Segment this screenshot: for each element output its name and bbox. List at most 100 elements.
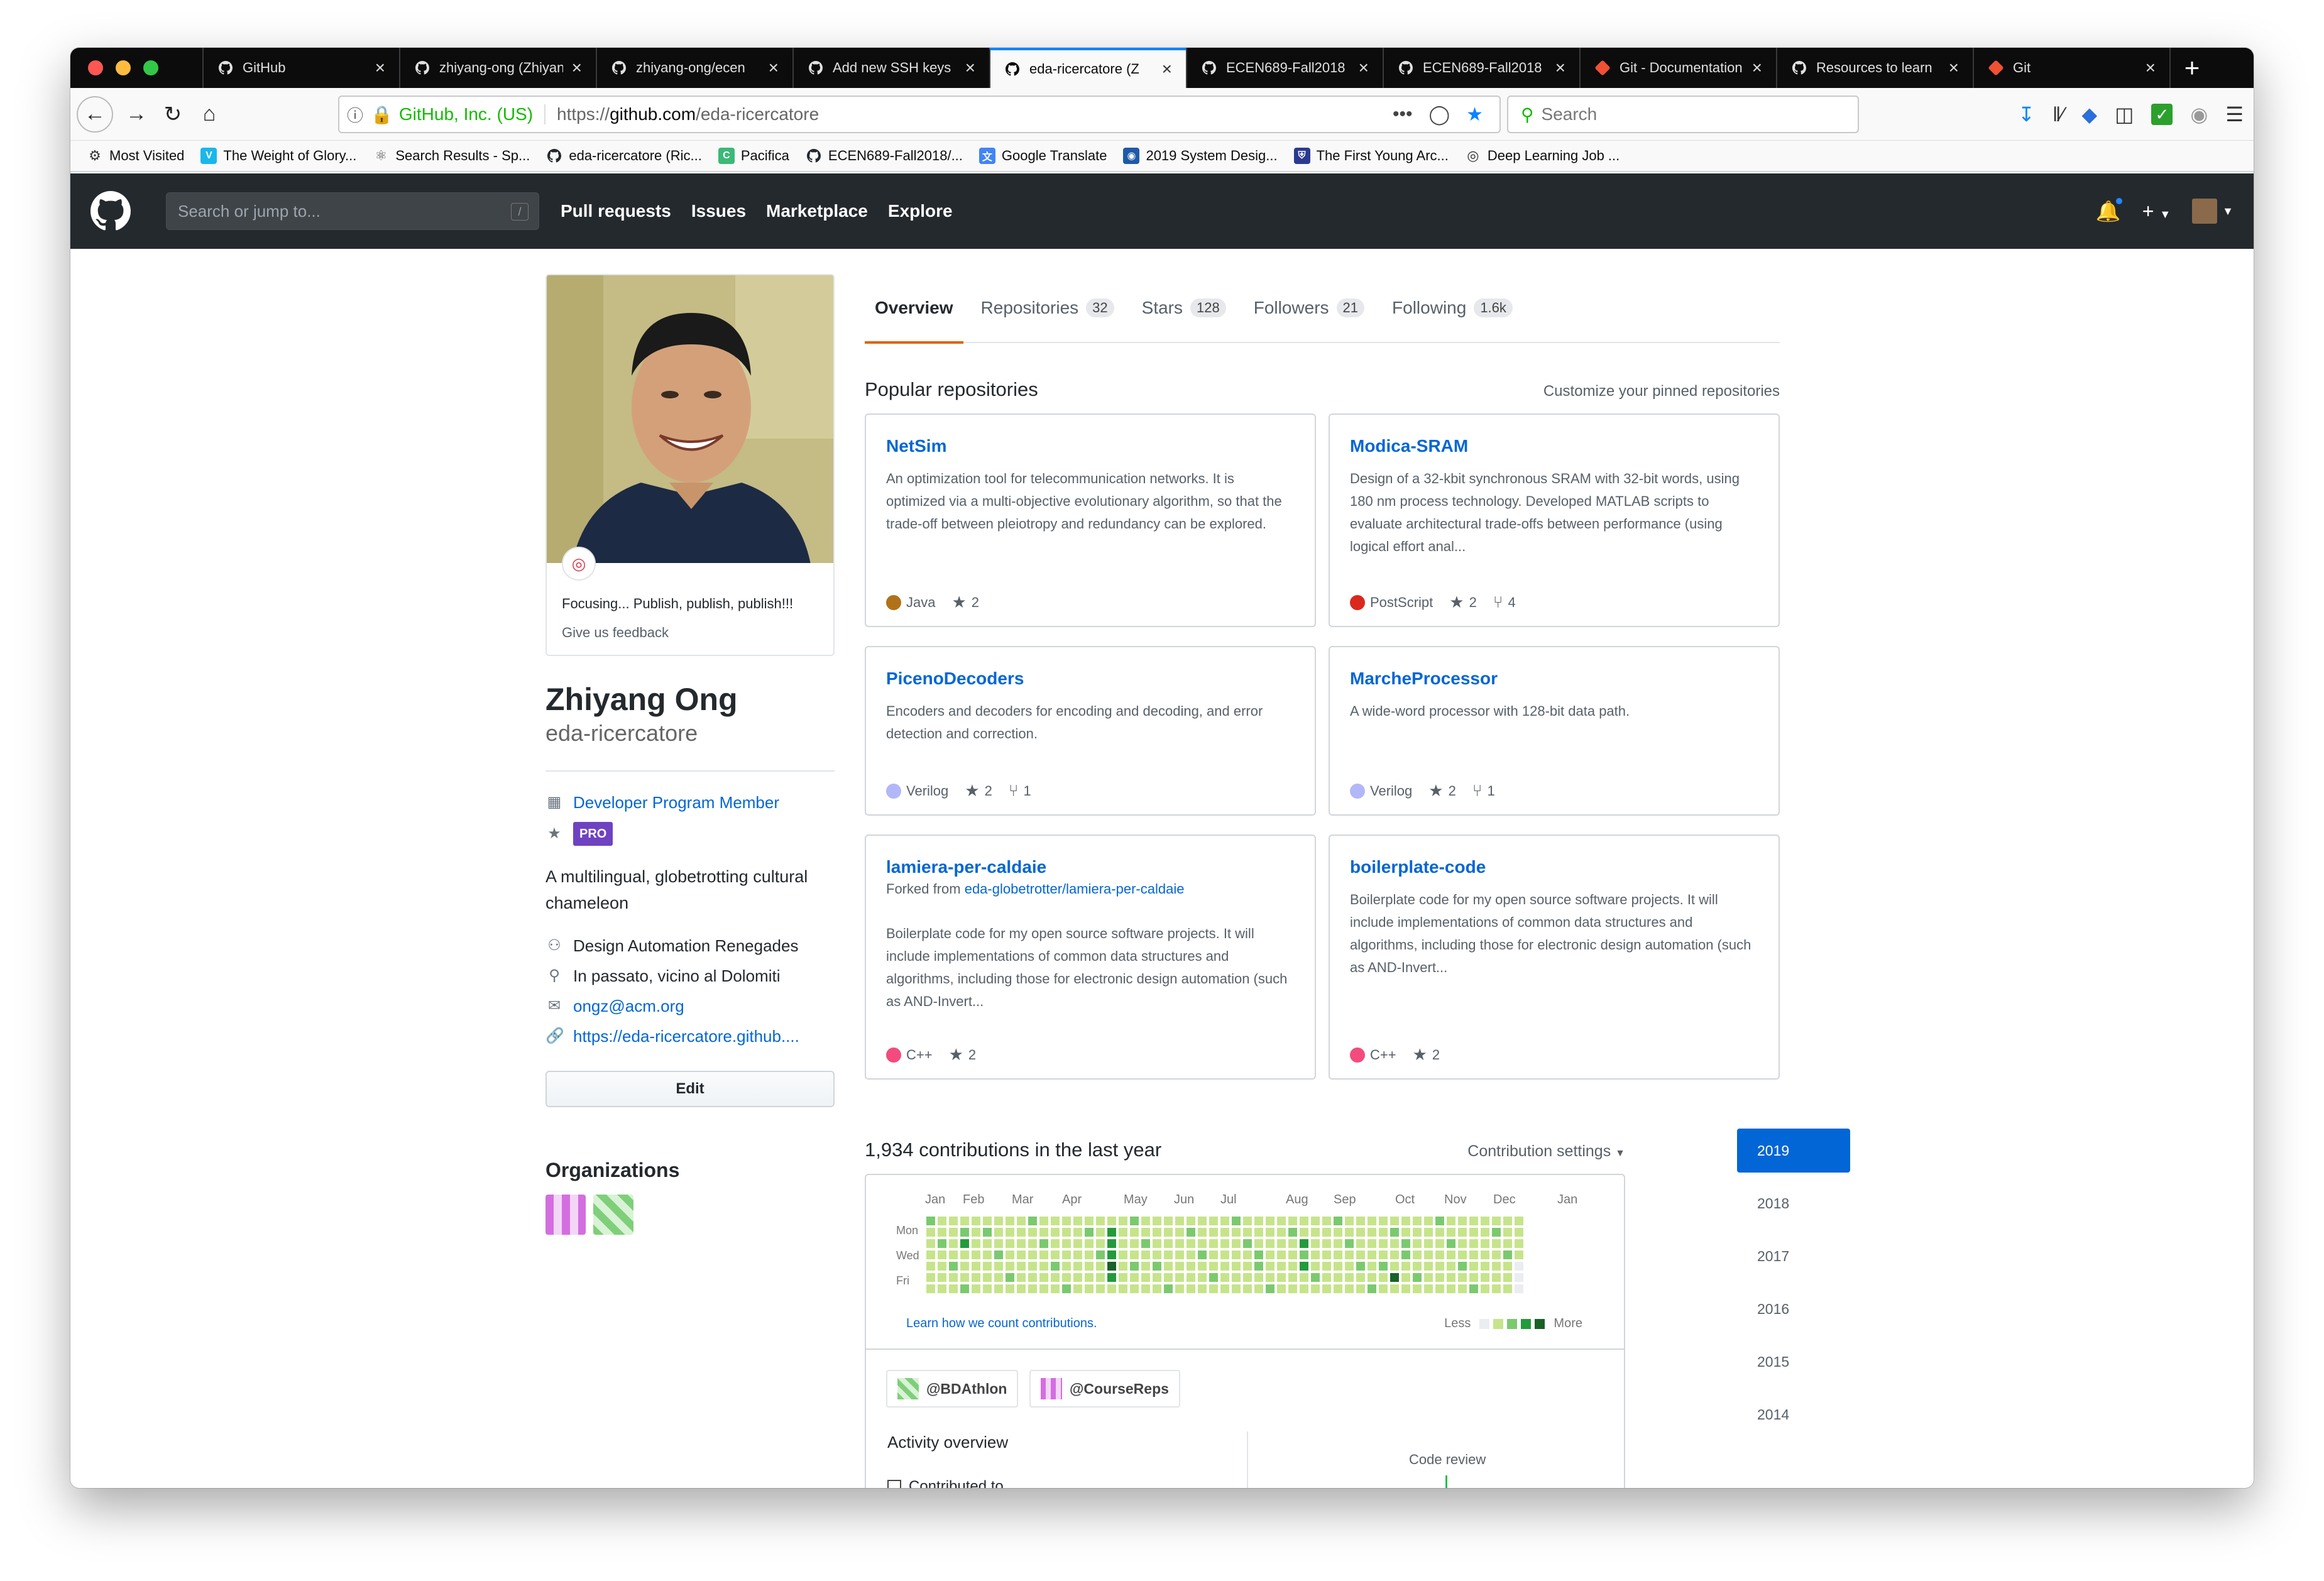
contribution-day[interactable] xyxy=(1379,1250,1388,1259)
contribution-day[interactable] xyxy=(926,1228,935,1237)
contribution-day[interactable] xyxy=(1277,1262,1286,1271)
contribution-day[interactable] xyxy=(938,1228,946,1237)
contribution-day[interactable] xyxy=(1458,1250,1467,1259)
contribution-day[interactable] xyxy=(938,1273,946,1282)
contribution-day[interactable] xyxy=(972,1273,980,1282)
contribution-day[interactable] xyxy=(1062,1239,1071,1248)
browser-tab[interactable]: ECEN689-Fall2018 × xyxy=(1186,48,1383,88)
contribution-day[interactable] xyxy=(1300,1217,1308,1225)
contribution-day[interactable] xyxy=(1028,1273,1037,1282)
contribution-day[interactable] xyxy=(1085,1217,1093,1225)
contribution-day[interactable] xyxy=(926,1217,935,1225)
contribution-day[interactable] xyxy=(994,1262,1003,1271)
contribution-day[interactable] xyxy=(1311,1250,1320,1259)
repo-forks-link[interactable]: ⑂ 1 xyxy=(1009,781,1031,801)
contribution-day[interactable] xyxy=(1175,1217,1184,1225)
contribution-day[interactable] xyxy=(1356,1217,1365,1225)
contribution-day[interactable] xyxy=(1345,1273,1354,1282)
contribution-day[interactable] xyxy=(1447,1250,1455,1259)
repo-stars-link[interactable]: ★ 2 xyxy=(1449,593,1477,612)
contribution-day[interactable] xyxy=(1209,1228,1218,1237)
contribution-day[interactable] xyxy=(1164,1262,1173,1271)
contribution-day[interactable] xyxy=(1130,1250,1139,1259)
contribution-day[interactable] xyxy=(1028,1228,1037,1237)
repo-card[interactable]: PicenoDecoders Encoders and decoders for … xyxy=(865,646,1316,816)
checkmark-extension-icon[interactable]: ✓ xyxy=(2151,104,2173,125)
repo-card[interactable]: NetSim An optimization tool for telecommu… xyxy=(865,413,1316,627)
contribution-day[interactable] xyxy=(1028,1284,1037,1293)
pocket-icon[interactable]: ◯ xyxy=(1429,104,1450,126)
tab-following[interactable]: Following 1.6k xyxy=(1392,273,1513,342)
contribution-day[interactable] xyxy=(1469,1273,1478,1282)
contribution-day[interactable] xyxy=(1209,1262,1218,1271)
contribution-day[interactable] xyxy=(1243,1239,1252,1248)
contribution-day[interactable] xyxy=(1198,1239,1207,1248)
contribution-day[interactable] xyxy=(1039,1228,1048,1237)
contribution-day[interactable] xyxy=(1379,1228,1388,1237)
contribution-day[interactable] xyxy=(1401,1262,1410,1271)
contribution-day[interactable] xyxy=(1254,1228,1263,1237)
contribution-day[interactable] xyxy=(1277,1239,1286,1248)
bookmark-item[interactable]: ECEN689-Fall2018/... xyxy=(806,148,963,164)
url-text[interactable]: https://github.com/eda-ricercatore xyxy=(557,104,1393,124)
contribution-day[interactable] xyxy=(1039,1284,1048,1293)
repo-forks-link[interactable]: ⑂ 1 xyxy=(1472,781,1495,801)
bookmark-item[interactable]: eda-ricercatore (Ric... xyxy=(546,148,702,164)
contribution-day[interactable] xyxy=(1164,1250,1173,1259)
contribution-day[interactable] xyxy=(983,1228,992,1237)
contribution-day[interactable] xyxy=(1401,1284,1410,1293)
repo-card[interactable]: MarcheProcessor A wide-word processor wit… xyxy=(1329,646,1780,816)
browser-tab[interactable]: Resources to learn × xyxy=(1776,48,1973,88)
contribution-day[interactable] xyxy=(1435,1262,1444,1271)
contribution-day[interactable] xyxy=(1062,1273,1071,1282)
profile-photo[interactable] xyxy=(545,274,835,563)
contribution-day[interactable] xyxy=(1288,1273,1297,1282)
contribution-day[interactable] xyxy=(1401,1217,1410,1225)
sidebar-icon[interactable]: ◫ xyxy=(2115,102,2134,126)
contribution-day[interactable] xyxy=(1220,1217,1229,1225)
contribution-day[interactable] xyxy=(1277,1217,1286,1225)
contribution-day[interactable] xyxy=(1458,1228,1467,1237)
repo-stars-link[interactable]: ★ 2 xyxy=(951,593,979,612)
contribution-day[interactable] xyxy=(1492,1228,1501,1237)
contribution-day[interactable] xyxy=(1254,1273,1263,1282)
contribution-day[interactable] xyxy=(1232,1273,1241,1282)
contribution-day[interactable] xyxy=(1141,1217,1150,1225)
contribution-day[interactable] xyxy=(1424,1273,1433,1282)
contribution-day[interactable] xyxy=(1198,1228,1207,1237)
browser-tab[interactable]: ECEN689-Fall2018 × xyxy=(1383,48,1579,88)
contribution-day[interactable] xyxy=(1017,1239,1026,1248)
contribution-day[interactable] xyxy=(1368,1273,1376,1282)
repo-forks-link[interactable]: ⑂ 4 xyxy=(1493,593,1516,612)
contribution-day[interactable] xyxy=(1164,1273,1173,1282)
contribution-day[interactable] xyxy=(983,1250,992,1259)
contribution-day[interactable] xyxy=(1492,1284,1501,1293)
contribution-day[interactable] xyxy=(949,1228,958,1237)
contribution-day[interactable] xyxy=(1334,1273,1342,1282)
tab-repositories[interactable]: Repositories 32 xyxy=(981,273,1114,342)
contribution-day[interactable] xyxy=(1073,1217,1082,1225)
contribution-day[interactable] xyxy=(1141,1239,1150,1248)
contribution-day[interactable] xyxy=(1390,1239,1399,1248)
github-search-input[interactable]: Search or jump to... / xyxy=(166,192,539,230)
browser-tab[interactable]: zhiyang-ong (Zhiyang × xyxy=(399,48,596,88)
contribution-day[interactable] xyxy=(1243,1250,1252,1259)
contribution-day[interactable] xyxy=(1209,1217,1218,1225)
contribution-day[interactable] xyxy=(1435,1239,1444,1248)
contribution-day[interactable] xyxy=(926,1239,935,1248)
contribution-day[interactable] xyxy=(1435,1217,1444,1225)
contribution-day[interactable] xyxy=(1209,1284,1218,1293)
contribution-day[interactable] xyxy=(1006,1239,1014,1248)
bookmark-item[interactable]: ⛨ The First Young Arc... xyxy=(1293,148,1449,164)
contribution-day[interactable] xyxy=(949,1239,958,1248)
repo-stars-link[interactable]: ★ 2 xyxy=(949,1045,977,1064)
contribution-day[interactable] xyxy=(1266,1217,1274,1225)
contribution-day[interactable] xyxy=(1141,1273,1150,1282)
contribution-day[interactable] xyxy=(1006,1250,1014,1259)
contribution-day[interactable] xyxy=(1424,1217,1433,1225)
close-tab-icon[interactable]: × xyxy=(1752,58,1762,78)
org-avatar-coursereps[interactable] xyxy=(593,1195,633,1235)
contribution-day[interactable] xyxy=(994,1228,1003,1237)
contribution-day[interactable] xyxy=(1051,1217,1060,1225)
contribution-day[interactable] xyxy=(1232,1250,1241,1259)
